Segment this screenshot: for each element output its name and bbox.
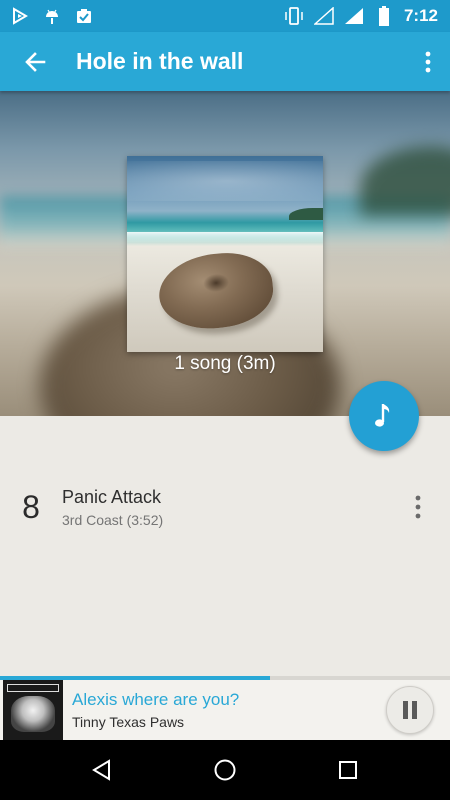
play-fab-button[interactable]: [349, 381, 419, 451]
track-info: Panic Attack 3rd Coast (3:52): [62, 487, 163, 528]
hero-island: [360, 146, 450, 216]
system-nav-bar: [0, 740, 450, 800]
arrow-back-icon: [25, 51, 46, 72]
pause-button[interactable]: [386, 686, 434, 734]
album-island: [289, 208, 323, 220]
clipboard-check-icon: [74, 6, 94, 26]
track-menu-button[interactable]: [398, 477, 438, 537]
play-store-icon: [10, 6, 30, 26]
battery-icon: [374, 6, 394, 26]
status-bar: 7:12: [0, 0, 450, 32]
album-header: 1 song (3m): [0, 91, 450, 416]
more-vert-icon: [425, 51, 431, 72]
nav-recents-button[interactable]: [318, 740, 378, 800]
album-cloud: [127, 161, 323, 201]
vibrate-icon: [284, 6, 304, 26]
nav-home-button[interactable]: [195, 740, 255, 800]
back-triangle-icon: [91, 759, 110, 781]
pause-icon: [403, 701, 417, 719]
home-circle-icon: [214, 759, 236, 781]
status-time: 7:12: [403, 6, 438, 25]
album-coconut: [155, 248, 277, 334]
music-note-icon: [375, 404, 390, 427]
now-playing-info: Alexis where are you? Tinny Texas Paws: [72, 690, 239, 730]
now-playing-bar[interactable]: Alexis where are you? Tinny Texas Paws: [0, 680, 450, 740]
wifi-icon: [313, 6, 334, 26]
track-title: Panic Attack: [62, 486, 162, 507]
back-button[interactable]: [0, 32, 70, 91]
track-number: 8: [22, 488, 40, 525]
album-wave: [127, 232, 323, 242]
art-emblem: [11, 696, 55, 732]
page-title: Hole in the wall: [76, 48, 244, 74]
album-summary: 1 song (3m): [174, 353, 276, 374]
album-art[interactable]: [127, 156, 323, 352]
android-icon: [42, 6, 62, 26]
track-row[interactable]: 8 Panic Attack 3rd Coast (3:52): [0, 475, 450, 539]
recents-square-icon: [339, 761, 358, 779]
nav-back-button[interactable]: [72, 740, 132, 800]
signal-icon: [344, 6, 364, 26]
now-playing-art: [3, 680, 63, 740]
more-vert-icon: [415, 495, 421, 519]
now-playing-artist: Tinny Texas Paws: [72, 714, 185, 730]
overflow-menu-button[interactable]: [406, 32, 450, 91]
app-bar: Hole in the wall: [0, 32, 450, 91]
art-band: [7, 684, 59, 692]
now-playing-title: Alexis where are you?: [72, 690, 240, 709]
track-subtitle: 3rd Coast (3:52): [62, 511, 164, 528]
